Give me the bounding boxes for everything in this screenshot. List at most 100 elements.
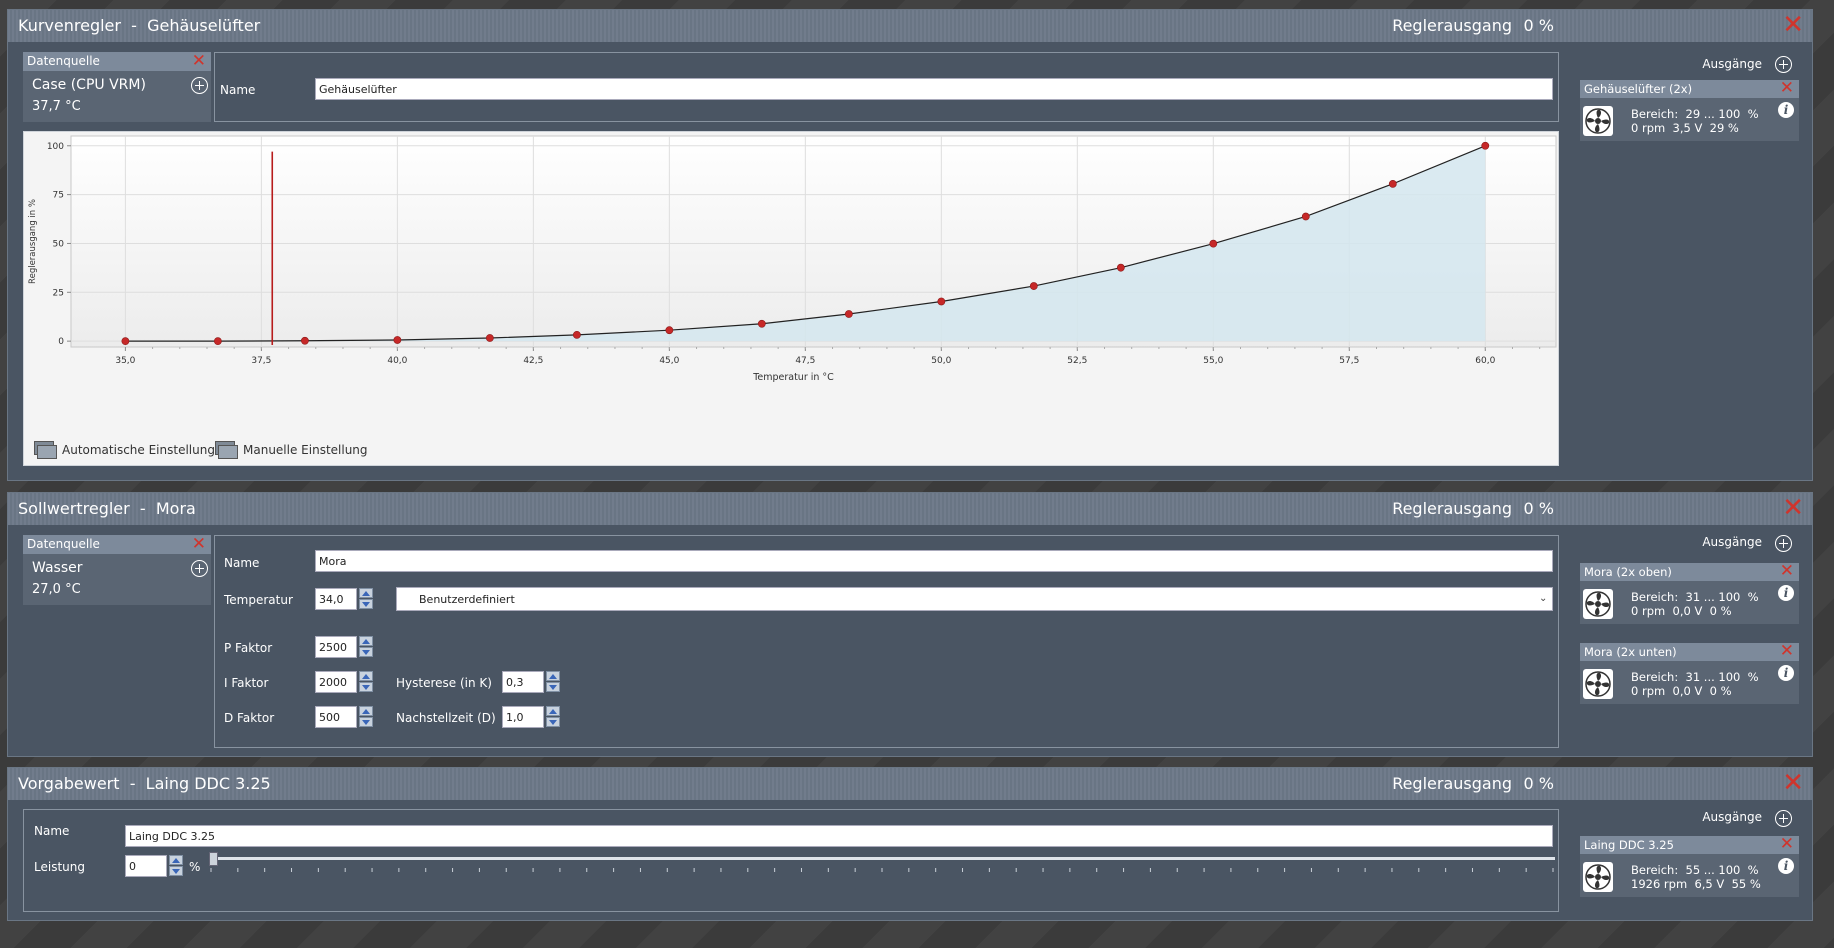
controller-header: Vorgabewert - Laing DDC 3.25 Reglerausga… bbox=[8, 768, 1812, 800]
spin-down-icon[interactable] bbox=[359, 717, 373, 727]
x-tick-label: 57,5 bbox=[1339, 356, 1359, 366]
output-title: Mora (2x oben) bbox=[1584, 565, 1672, 579]
curve-point bbox=[1029, 282, 1038, 290]
plus-circle-icon[interactable] bbox=[1775, 56, 1792, 73]
name-panel: Name bbox=[214, 52, 1559, 122]
d-factor-stepper[interactable] bbox=[359, 706, 373, 728]
controller-setpoint: Sollwertregler - Mora Reglerausgang 0 % … bbox=[7, 492, 1813, 757]
controller-title: Sollwertregler - Mora bbox=[18, 499, 196, 518]
info-icon[interactable]: i bbox=[1778, 858, 1794, 874]
info-icon[interactable]: i bbox=[1778, 102, 1794, 118]
output-card: Mora (2x unten) ✕ Bereich: 31 ... 100 % … bbox=[1580, 641, 1799, 704]
p-factor-input[interactable] bbox=[315, 636, 357, 658]
reset-time-stepper[interactable] bbox=[546, 706, 560, 728]
output-range: Bereich: 29 ... 100 % bbox=[1631, 107, 1759, 121]
controller-title: Kurvenregler - Gehäuselüfter bbox=[18, 16, 261, 35]
mode-icon bbox=[34, 441, 57, 459]
mode-icon bbox=[215, 441, 238, 459]
power-slider[interactable] bbox=[209, 850, 1555, 880]
i-factor-stepper[interactable] bbox=[359, 671, 373, 693]
spin-up-icon[interactable] bbox=[359, 636, 373, 646]
plus-circle-icon[interactable] bbox=[1775, 535, 1792, 552]
spin-down-icon[interactable] bbox=[546, 682, 560, 692]
manual-mode-button[interactable]: Manuelle Einstellung bbox=[215, 441, 368, 459]
power-stepper[interactable] bbox=[169, 855, 183, 877]
y-tick-label: 0 bbox=[58, 337, 64, 347]
close-icon[interactable]: ✕ bbox=[1780, 641, 1794, 661]
reset-time-label: Nachstellzeit (D) bbox=[396, 711, 496, 725]
info-icon[interactable]: i bbox=[1778, 585, 1794, 601]
curve-point bbox=[485, 334, 494, 342]
slider-thumb[interactable] bbox=[209, 852, 218, 866]
x-tick-label: 52,5 bbox=[1067, 356, 1087, 366]
x-tick-label: 40,0 bbox=[387, 356, 407, 366]
plus-circle-icon[interactable] bbox=[191, 77, 208, 94]
plus-circle-icon[interactable] bbox=[1775, 810, 1792, 827]
plus-circle-icon[interactable] bbox=[191, 560, 208, 577]
spin-up-icon[interactable] bbox=[169, 855, 183, 865]
spin-up-icon[interactable] bbox=[359, 671, 373, 681]
curve-chart-svg: 35,0 37,5 40,0 42,5 45,0 47,5 50,0 52,5 55,0 57,5… bbox=[28, 135, 1557, 383]
close-icon[interactable]: ✕ bbox=[1782, 495, 1804, 521]
power-label: Leistung bbox=[34, 860, 85, 874]
data-source: Datenquelle ✕ Wasser 27,0 °C bbox=[23, 534, 211, 605]
y-tick-label: 25 bbox=[53, 288, 64, 298]
i-factor-input[interactable] bbox=[315, 671, 357, 693]
controller-output-value: 0 % bbox=[1523, 499, 1554, 518]
hysteresis-input[interactable] bbox=[502, 671, 544, 693]
controller-output-label: Reglerausgang bbox=[1392, 499, 1512, 518]
close-icon[interactable]: ✕ bbox=[1780, 561, 1794, 581]
d-factor-input[interactable] bbox=[315, 706, 357, 728]
close-icon[interactable]: ✕ bbox=[1782, 12, 1804, 38]
hysteresis-stepper[interactable] bbox=[546, 671, 560, 693]
close-icon[interactable]: ✕ bbox=[192, 51, 206, 71]
spin-up-icon[interactable] bbox=[546, 706, 560, 716]
name-input[interactable] bbox=[315, 78, 1553, 100]
name-input[interactable] bbox=[125, 825, 1553, 847]
p-factor-label: P Faktor bbox=[224, 641, 273, 655]
spin-down-icon[interactable] bbox=[359, 682, 373, 692]
output-card: Mora (2x oben) ✕ Bereich: 31 ... 100 % 0… bbox=[1580, 561, 1799, 624]
spin-up-icon[interactable] bbox=[359, 706, 373, 716]
temperature-input[interactable] bbox=[315, 588, 357, 610]
curve-point bbox=[121, 337, 130, 346]
x-tick-label: 35,0 bbox=[115, 356, 135, 366]
spin-down-icon[interactable] bbox=[546, 717, 560, 727]
output-title: Mora (2x unten) bbox=[1584, 645, 1677, 659]
curve-point bbox=[1116, 263, 1125, 272]
close-icon[interactable]: ✕ bbox=[1780, 78, 1794, 98]
name-input[interactable] bbox=[315, 550, 1553, 572]
data-source: Datenquelle ✕ Case (CPU VRM) 37,7 °C bbox=[23, 51, 211, 122]
auto-mode-button[interactable]: Automatische Einstellung bbox=[34, 441, 215, 459]
slider-ticks bbox=[210, 868, 1554, 872]
spin-down-icon[interactable] bbox=[359, 647, 373, 657]
name-label: Name bbox=[224, 556, 260, 570]
preset-dropdown[interactable]: Benutzerdefiniert bbox=[396, 587, 1553, 611]
settings-panel: Name Temperatur Benutzerdefiniert ⌄ P Fa… bbox=[214, 535, 1559, 748]
close-icon[interactable]: ✕ bbox=[1782, 770, 1804, 796]
data-source-name: Case (CPU VRM) bbox=[32, 77, 146, 93]
p-factor-stepper[interactable] bbox=[359, 636, 373, 658]
name-label: Name bbox=[220, 83, 256, 97]
temperature-stepper[interactable] bbox=[359, 588, 373, 610]
output-title: Gehäuselüfter (2x) bbox=[1584, 82, 1693, 96]
spin-up-icon[interactable] bbox=[359, 588, 373, 598]
fan-icon bbox=[1583, 669, 1613, 699]
controller-title: Vorgabewert - Laing DDC 3.25 bbox=[18, 774, 271, 793]
reset-time-input[interactable] bbox=[502, 706, 544, 728]
info-icon[interactable]: i bbox=[1778, 665, 1794, 681]
close-icon[interactable]: ✕ bbox=[192, 534, 206, 554]
spin-down-icon[interactable] bbox=[169, 866, 183, 876]
x-tick-label: 47,5 bbox=[795, 356, 815, 366]
spin-down-icon[interactable] bbox=[359, 599, 373, 609]
power-input[interactable] bbox=[125, 855, 167, 877]
temperature-label: Temperatur bbox=[224, 593, 293, 607]
hysteresis-label: Hysterese (in K) bbox=[396, 676, 492, 690]
curve-point bbox=[1209, 239, 1218, 248]
spin-up-icon[interactable] bbox=[546, 671, 560, 681]
close-icon[interactable]: ✕ bbox=[1780, 834, 1794, 854]
output-card: Gehäuselüfter (2x) ✕ Bereich: 29 ... 100… bbox=[1580, 78, 1799, 141]
curve-point bbox=[1388, 179, 1397, 188]
x-tick-label: 42,5 bbox=[523, 356, 543, 366]
curve-point bbox=[937, 297, 946, 306]
